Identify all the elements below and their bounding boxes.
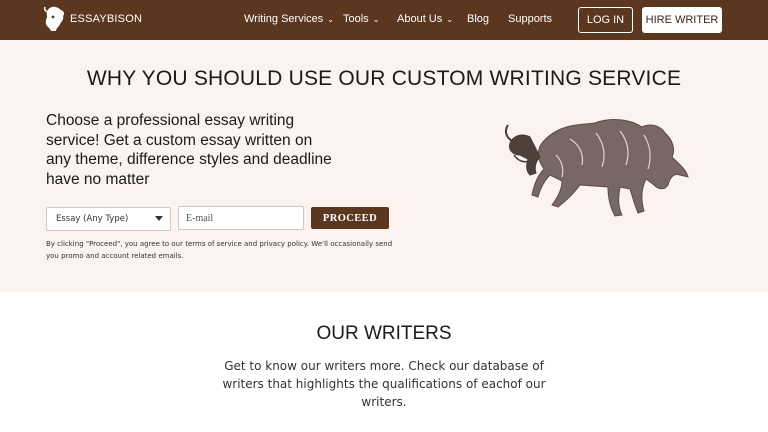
chevron-down-icon: ⌄ bbox=[327, 15, 334, 24]
nav-about-us[interactable]: About Us ⌄ bbox=[397, 13, 453, 25]
nav-tools[interactable]: Tools ⌄ bbox=[343, 13, 379, 25]
paper-type-select[interactable]: Essay (Any Type) bbox=[46, 207, 171, 231]
email-field[interactable] bbox=[178, 206, 304, 230]
nav-label: Blog bbox=[467, 13, 490, 25]
hero-title: WHY YOU SHOULD USE OUR CUSTOM WRITING SE… bbox=[86, 67, 682, 90]
top-navigation-bar: ESSAYBISON Writing Services ⌄ Tools ⌄ Abou… bbox=[0, 0, 768, 40]
proceed-button[interactable]: PROCEED bbox=[311, 207, 389, 229]
bison-head-logo-icon bbox=[44, 6, 65, 32]
nav-writing-services[interactable]: Writing Services ⌄ bbox=[244, 13, 334, 25]
logo[interactable]: ESSAYBISON bbox=[44, 6, 142, 32]
writers-section-text: Get to know our writers more. Check our … bbox=[222, 359, 546, 409]
bison-illustration-icon bbox=[504, 119, 689, 217]
nav-blog[interactable]: Blog bbox=[467, 13, 489, 25]
nav-label: Writing Services bbox=[244, 13, 324, 25]
nav-label: About Us bbox=[397, 13, 443, 25]
logo-text: ESSAYBISON bbox=[70, 13, 143, 25]
nav-label: Supports bbox=[508, 13, 553, 25]
nav-label: Tools bbox=[343, 13, 369, 25]
chevron-down-icon: ⌄ bbox=[446, 15, 453, 24]
select-value: Essay (Any Type) bbox=[56, 214, 129, 224]
nav-supports[interactable]: Supports bbox=[508, 13, 552, 25]
chevron-down-icon: ⌄ bbox=[372, 15, 380, 24]
writers-section-title: OUR WRITERS bbox=[316, 323, 452, 344]
hero-subtitle: Choose a professional essay writing serv… bbox=[46, 112, 332, 188]
login-button[interactable]: LOG IN bbox=[578, 7, 633, 33]
dropdown-arrow-icon bbox=[155, 216, 163, 221]
terms-notice: By clicking "Proceed", you agree to our … bbox=[46, 240, 393, 260]
hire-writer-button[interactable]: HIRE WRITER bbox=[642, 7, 722, 33]
